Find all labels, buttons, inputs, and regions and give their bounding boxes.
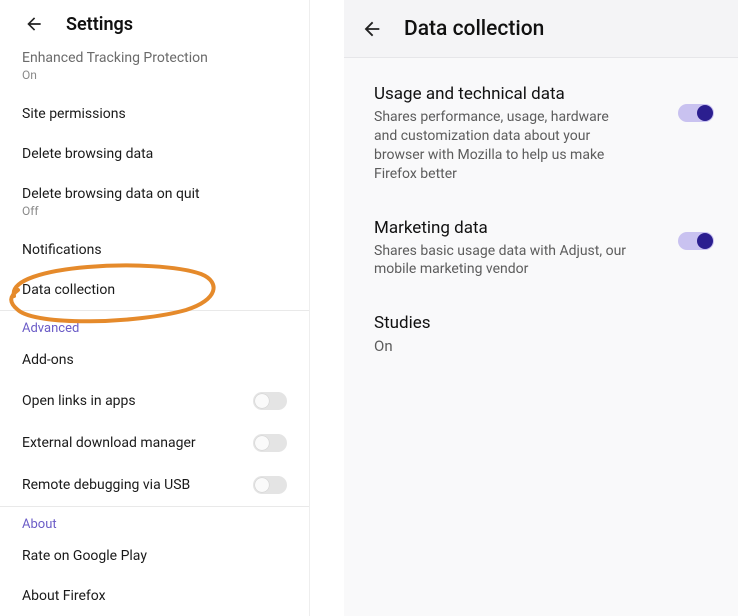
row-add-ons[interactable]: Add-ons: [0, 340, 309, 380]
row-enhanced-tracking-protection[interactable]: Enhanced Tracking Protection On: [0, 48, 309, 94]
section-header-advanced: Advanced: [0, 311, 309, 340]
data-collection-panel: Data collection Usage and technical data…: [310, 0, 738, 616]
row-sub: On: [22, 68, 287, 82]
toggle-switch[interactable]: [253, 476, 287, 494]
row-notifications[interactable]: Notifications: [0, 230, 309, 270]
row-data-collection[interactable]: Data collection: [0, 270, 309, 310]
row-delete-browsing-data[interactable]: Delete browsing data: [0, 134, 309, 174]
toggle-switch[interactable]: [678, 232, 714, 250]
toggle-switch[interactable]: [253, 434, 287, 452]
row-label: Notifications: [22, 242, 287, 258]
settings-panel: Settings Enhanced Tracking Protection On…: [0, 0, 310, 616]
row-label: Remote debugging via USB: [22, 477, 190, 493]
setting-text: Marketing data Shares basic usage data w…: [374, 218, 629, 280]
row-open-links-in-apps[interactable]: Open links in apps: [0, 380, 309, 422]
data-collection-title: Data collection: [404, 17, 544, 41]
row-label: Open links in apps: [22, 393, 136, 409]
setting-text: Studies On: [374, 313, 431, 355]
row-label: Data collection: [22, 282, 287, 298]
row-rate-on-google-play[interactable]: Rate on Google Play: [0, 536, 309, 576]
setting-marketing-data[interactable]: Marketing data Shares basic usage data w…: [374, 218, 714, 280]
row-label: Delete browsing data: [22, 146, 287, 162]
toggle-switch[interactable]: [678, 104, 714, 122]
row-remote-debugging-via-usb[interactable]: Remote debugging via USB: [0, 464, 309, 506]
switch-col: [678, 218, 714, 250]
setting-title: Marketing data: [374, 218, 629, 238]
row-label: About Firefox: [22, 588, 287, 604]
setting-title: Usage and technical data: [374, 84, 629, 104]
section-header-about: About: [0, 507, 309, 536]
data-collection-header: Data collection: [344, 0, 738, 58]
setting-sub: On: [374, 337, 431, 355]
settings-title: Settings: [66, 14, 133, 35]
row-label: Delete browsing data on quit: [22, 186, 287, 202]
row-delete-browsing-data-on-quit[interactable]: Delete browsing data on quit Off: [0, 174, 309, 230]
setting-desc: Shares performance, usage, hardware and …: [374, 108, 629, 184]
row-external-download-manager[interactable]: External download manager: [0, 422, 309, 464]
back-button[interactable]: [358, 15, 386, 43]
row-sub: Off: [22, 204, 287, 218]
row-about-firefox[interactable]: About Firefox: [0, 576, 309, 616]
row-label: Site permissions: [22, 106, 287, 122]
data-collection-content: Usage and technical data Shares performa…: [344, 58, 738, 616]
row-site-permissions[interactable]: Site permissions: [0, 94, 309, 134]
setting-desc: Shares basic usage data with Adjust, our…: [374, 242, 629, 280]
setting-usage-technical-data[interactable]: Usage and technical data Shares performa…: [374, 84, 714, 184]
back-button[interactable]: [20, 10, 48, 38]
settings-header: Settings: [0, 0, 309, 48]
setting-title: Studies: [374, 313, 431, 333]
row-label: Add-ons: [22, 352, 287, 368]
settings-list: Enhanced Tracking Protection On Site per…: [0, 48, 309, 616]
row-label: Enhanced Tracking Protection: [22, 50, 287, 66]
toggle-switch[interactable]: [253, 392, 287, 410]
switch-col: [678, 84, 714, 122]
setting-studies[interactable]: Studies On: [374, 313, 714, 355]
row-label: External download manager: [22, 435, 196, 451]
back-arrow-icon: [361, 18, 383, 40]
setting-text: Usage and technical data Shares performa…: [374, 84, 629, 184]
row-label: Rate on Google Play: [22, 548, 287, 564]
back-arrow-icon: [24, 14, 44, 34]
